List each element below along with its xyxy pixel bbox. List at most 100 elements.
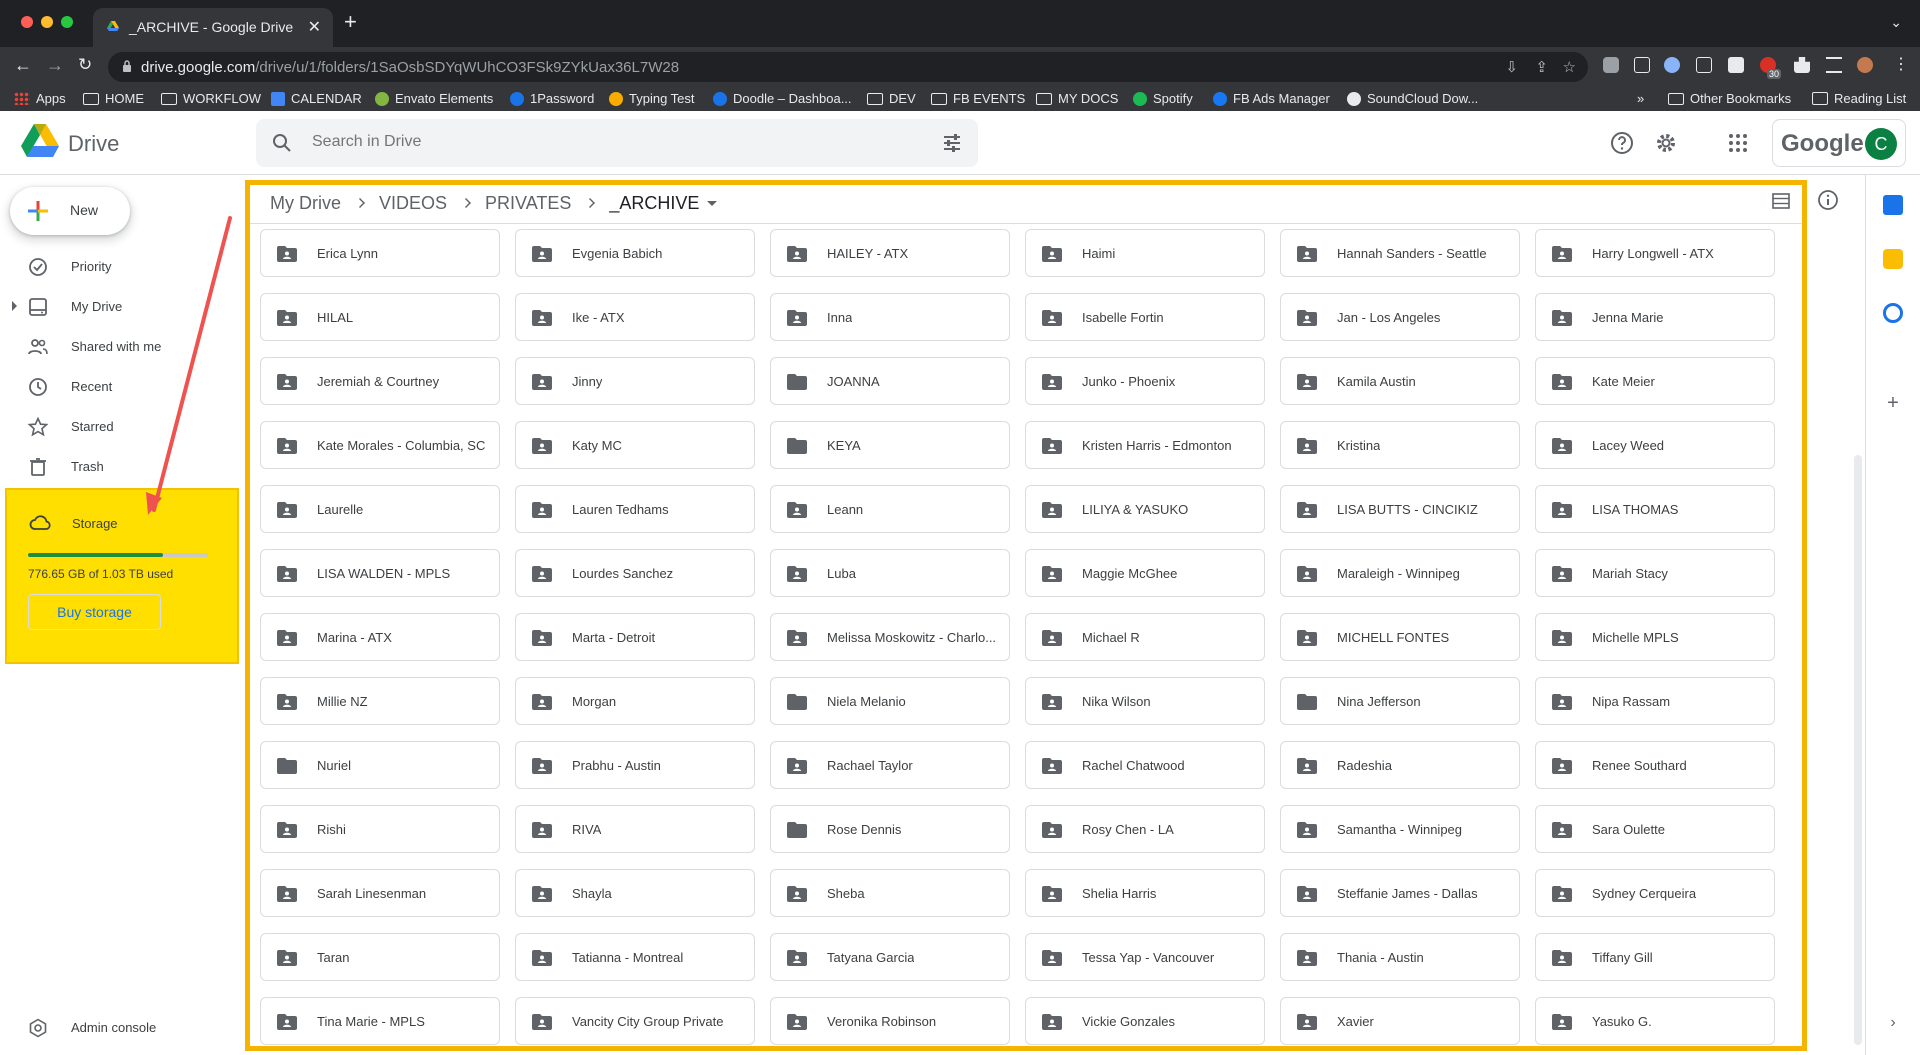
address-bar[interactable]: drive.google.com/drive/u/1/folders/1SaOs… [108, 52, 1588, 82]
new-tab-button[interactable]: + [344, 11, 357, 33]
folder-card[interactable]: Sheba [770, 869, 1010, 917]
folder-card[interactable]: Jenna Marie [1535, 293, 1775, 341]
close-window-button[interactable] [21, 16, 33, 28]
breadcrumb-current[interactable]: _ARCHIVE [609, 193, 699, 214]
help-icon[interactable] [1610, 131, 1634, 155]
bookmark-home[interactable]: HOME [83, 91, 144, 106]
folder-card[interactable]: Xavier [1280, 997, 1520, 1045]
folder-card[interactable]: LILIYA & YASUKO [1025, 485, 1265, 533]
folder-card[interactable]: Marina - ATX [260, 613, 500, 661]
other-bookmarks[interactable]: Other Bookmarks [1668, 91, 1791, 106]
folder-card[interactable]: Sara Oulette [1535, 805, 1775, 853]
folder-card[interactable]: Marta - Detroit [515, 613, 755, 661]
install-app-icon[interactable]: ⇩ [1505, 58, 1518, 76]
avatar[interactable]: C [1865, 128, 1897, 160]
folder-card[interactable]: Isabelle Fortin [1025, 293, 1265, 341]
folder-card[interactable]: Michelle MPLS [1535, 613, 1775, 661]
search-options-icon[interactable] [942, 133, 962, 153]
folder-card[interactable]: Tatianna - Montreal [515, 933, 755, 981]
folder-card[interactable]: Morgan [515, 677, 755, 725]
add-addon-icon[interactable]: + [1883, 393, 1903, 413]
bookmark-apps[interactable]: Apps [14, 91, 66, 106]
folder-card[interactable]: Nika Wilson [1025, 677, 1265, 725]
folder-card[interactable]: Sydney Cerqueira [1535, 869, 1775, 917]
folder-card[interactable]: Thania - Austin [1280, 933, 1520, 981]
scrollbar[interactable] [1854, 455, 1862, 1045]
breadcrumb-my-drive[interactable]: My Drive [270, 193, 341, 214]
keep-icon[interactable] [1883, 249, 1903, 269]
bookmark-workflow[interactable]: WORKFLOW [161, 91, 261, 106]
grid-extension-icon[interactable] [1696, 57, 1712, 73]
info-icon[interactable] [1817, 189, 1839, 211]
folder-card[interactable]: Taran [260, 933, 500, 981]
folder-card[interactable]: Harry Longwell - ATX [1535, 229, 1775, 277]
tab-close-icon[interactable]: ✕ [308, 17, 321, 37]
folder-card[interactable]: Melissa Moskowitz - Charlo... [770, 613, 1010, 661]
folder-card[interactable]: Michael R [1025, 613, 1265, 661]
chevron-right-icon[interactable]: › [1883, 1013, 1903, 1033]
bookmark-envato[interactable]: Envato Elements [375, 91, 493, 106]
bookmark-spotify[interactable]: Spotify [1133, 91, 1193, 106]
buy-storage-button[interactable]: Buy storage [28, 594, 161, 630]
folder-card[interactable]: RIVA [515, 805, 755, 853]
folder-card[interactable]: Mariah Stacy [1535, 549, 1775, 597]
folder-card[interactable]: Prabhu - Austin [515, 741, 755, 789]
reading-list[interactable]: Reading List [1812, 91, 1906, 106]
folder-card[interactable]: Luba [770, 549, 1010, 597]
folder-card[interactable]: Nipa Rassam [1535, 677, 1775, 725]
tasks-icon[interactable] [1883, 303, 1903, 323]
browser-menu-icon[interactable]: ⋮ [1893, 57, 1909, 73]
folder-card[interactable]: Maggie McGhee [1025, 549, 1265, 597]
bookmark-dev[interactable]: DEV [867, 91, 916, 106]
minimize-window-button[interactable] [41, 16, 53, 28]
folder-card[interactable]: Kristen Harris - Edmonton [1025, 421, 1265, 469]
folder-card[interactable]: Vickie Gonzales [1025, 997, 1265, 1045]
folder-card[interactable]: Kate Meier [1535, 357, 1775, 405]
notion-extension-icon[interactable] [1634, 57, 1650, 73]
puzzle-extensions-icon[interactable] [1794, 57, 1810, 73]
expand-caret-icon[interactable] [12, 301, 17, 311]
bookmark-doodle[interactable]: Doodle – Dashboa... [713, 91, 852, 106]
folder-card[interactable]: Vancity City Group Private [515, 997, 755, 1045]
folder-card[interactable]: Samantha - Winnipeg [1280, 805, 1520, 853]
folder-card[interactable]: Tina Marie - MPLS [260, 997, 500, 1045]
folder-card[interactable]: Hannah Sanders - Seattle [1280, 229, 1520, 277]
folder-card[interactable]: Lacey Weed [1535, 421, 1775, 469]
search-icon[interactable] [272, 133, 292, 153]
breadcrumb-privates[interactable]: PRIVATES [485, 193, 571, 214]
folder-card[interactable]: Yasuko G. [1535, 997, 1775, 1045]
bookmark-my-docs[interactable]: MY DOCS [1036, 91, 1118, 106]
bookmark-calendar[interactable]: CALENDAR [271, 91, 362, 106]
folder-card[interactable]: Rachel Chatwood [1025, 741, 1265, 789]
folder-card[interactable]: Jan - Los Angeles [1280, 293, 1520, 341]
folder-card[interactable]: Tatyana Garcia [770, 933, 1010, 981]
bookmark-fb-events[interactable]: FB EVENTS [931, 91, 1025, 106]
bookmark-fb-ads[interactable]: FB Ads Manager [1213, 91, 1330, 106]
folder-card[interactable]: Kamila Austin [1280, 357, 1520, 405]
folder-card[interactable]: Rosy Chen - LA [1025, 805, 1265, 853]
search-input[interactable] [312, 133, 872, 151]
folder-card[interactable]: Sarah Linesenman [260, 869, 500, 917]
folder-card[interactable]: Maraleigh - Winnipeg [1280, 549, 1520, 597]
folder-card[interactable]: HILAL [260, 293, 500, 341]
list-view-icon[interactable] [1772, 193, 1790, 209]
folder-card[interactable]: Steffanie James - Dallas [1280, 869, 1520, 917]
calendar-icon[interactable] [1883, 195, 1903, 215]
bookmark-soundcloud[interactable]: SoundCloud Dow... [1347, 91, 1478, 106]
folder-card[interactable]: Erica Lynn [260, 229, 500, 277]
account-switcher[interactable]: Google C [1772, 119, 1906, 167]
folder-card[interactable]: Shayla [515, 869, 755, 917]
folder-card[interactable]: Rose Dennis [770, 805, 1010, 853]
share-icon[interactable]: ⇪ [1535, 58, 1548, 76]
folder-card[interactable]: MICHELL FONTES [1280, 613, 1520, 661]
folder-card[interactable]: Tessa Yap - Vancouver [1025, 933, 1265, 981]
folder-card[interactable]: LISA THOMAS [1535, 485, 1775, 533]
apps-grid-icon[interactable] [1726, 131, 1750, 155]
bookmarks-overflow-icon[interactable]: » [1637, 91, 1644, 106]
folder-card[interactable]: Katy MC [515, 421, 755, 469]
instapaper-extension-icon[interactable] [1728, 57, 1744, 73]
folder-card[interactable]: Niela Melanio [770, 677, 1010, 725]
gear-icon[interactable] [1654, 131, 1678, 155]
reload-icon[interactable]: ↻ [78, 56, 92, 73]
folder-card[interactable]: Renee Southard [1535, 741, 1775, 789]
